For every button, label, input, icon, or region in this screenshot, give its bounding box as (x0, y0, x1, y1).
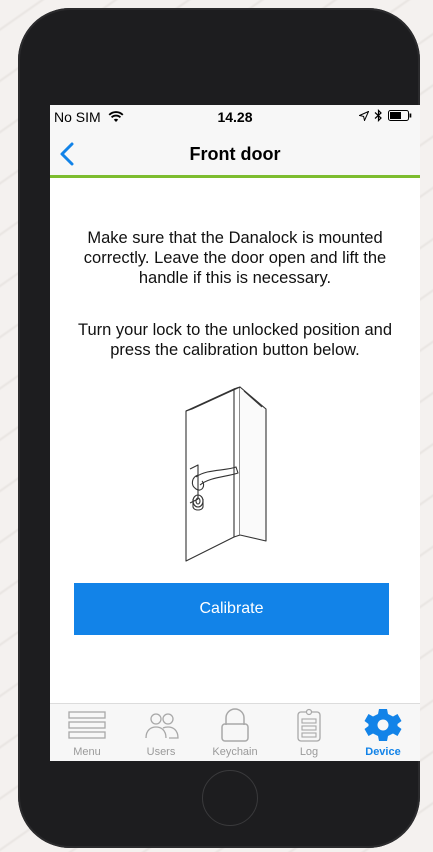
users-icon (145, 713, 179, 739)
page-title: Front door (189, 144, 281, 164)
door-handle-illustration (176, 385, 296, 567)
location-arrow-icon (359, 110, 369, 121)
tab-bar: Menu Users Keychain Log Device (50, 703, 420, 761)
tab-label-keychain: Keychain (212, 746, 258, 758)
gear-icon (364, 709, 402, 741)
instruction-text-mounting: Make sure that the Danalock is mounted c… (83, 229, 387, 287)
tab-menu[interactable]: Menu (50, 704, 124, 761)
battery-icon (388, 110, 412, 121)
tab-label-users: Users (146, 746, 176, 758)
instruction-text-calibration: Turn your lock to the unlocked position … (78, 321, 392, 359)
tab-users[interactable]: Users (124, 704, 198, 761)
tab-label-menu: Menu (73, 746, 101, 758)
tab-label-device: Device (365, 746, 401, 758)
bluetooth-icon (374, 109, 382, 122)
status-indicators (359, 109, 412, 122)
navigation-bar: Front door (50, 133, 420, 178)
padlock-icon (221, 708, 249, 742)
clipboard-icon (297, 708, 321, 742)
tab-log[interactable]: Log (272, 704, 346, 761)
door-handle-icon (185, 386, 267, 562)
menu-icon (68, 711, 106, 739)
home-button[interactable] (202, 770, 258, 826)
tab-device[interactable]: Device (346, 704, 420, 761)
tab-keychain[interactable]: Keychain (198, 704, 272, 761)
app-screen: No SIM 14.28 Front door Make sure that t… (50, 105, 420, 761)
tab-label-log: Log (299, 746, 319, 758)
calibrate-button[interactable]: Calibrate (74, 583, 389, 635)
status-bar: No SIM 14.28 (50, 105, 420, 133)
